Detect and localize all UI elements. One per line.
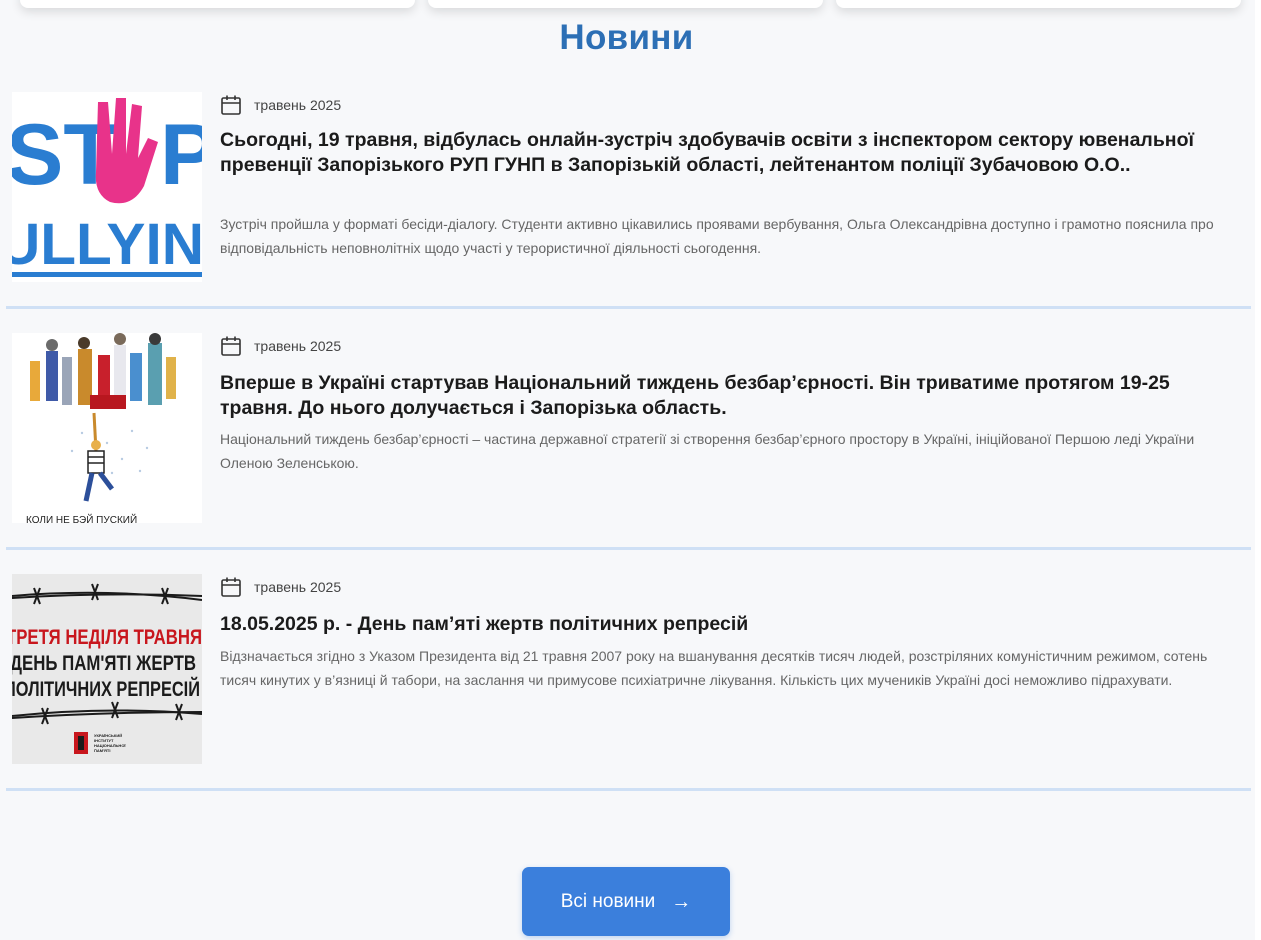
arrow-right-icon: → [671,890,692,913]
top-card [836,0,1241,8]
news-title[interactable]: Сьогодні, 19 травня, відбулась онлайн-зу… [220,128,1240,177]
news-excerpt: Національний тиждень безбар’єрності – ча… [220,431,1195,471]
news-item[interactable]: ST P ULLYIN травень 2025 Сьогодні, 19 тр… [6,82,1251,309]
news-title[interactable]: Вперше в Україні стартував Національний … [220,371,1240,420]
all-news-button[interactable]: Всі новини → [522,867,730,936]
news-thumbnail-stop-bullying[interactable]: ST P ULLYIN [12,92,202,282]
repression-line-2: ДЕНЬ ПАМ'ЯТІ ЖЕРТВ [12,652,196,675]
section-title: Новини [559,18,694,57]
logo-text-4: ПАМ'ЯТІ [94,748,110,753]
news-date: травень 2025 [254,338,342,354]
news-excerpt: Зустріч пройшла у форматі бесіди-діалогу… [220,216,1214,256]
news-thumbnail-accessibility[interactable]: КОЛИ НЕ БЭЙ ПУСКИЙ [12,333,202,523]
repression-line-3: ПОЛІТИЧНИХ РЕПРЕСІЙ [12,677,200,701]
stop-text-top-right: P [160,107,202,203]
news-date: травень 2025 [254,579,342,595]
calendar-icon [221,336,241,356]
all-news-button-label: Всі новини [560,890,656,912]
thumb-caption: КОЛИ НЕ БЭЙ ПУСКИЙ [26,513,137,523]
page-edge [1255,0,1261,940]
news-thumbnail-repressions[interactable]: ТРЕТЯ НЕДІЛЯ ТРАВНЯ ДЕНЬ ПАМ'ЯТІ ЖЕРТВ П… [12,574,202,764]
news-date: травень 2025 [254,97,342,113]
news-item[interactable]: ТРЕТЯ НЕДІЛЯ ТРАВНЯ ДЕНЬ ПАМ'ЯТІ ЖЕРТВ П… [6,550,1251,791]
news-title[interactable]: 18.05.2025 р. - День пам’яті жертв політ… [220,612,1240,637]
calendar-icon [221,577,241,597]
top-card [428,0,823,8]
calendar-icon [221,95,241,115]
bullying-text: ULLYIN [12,212,202,277]
repression-line-1: ТРЕТЯ НЕДІЛЯ ТРАВНЯ [12,626,202,649]
top-card [20,0,415,8]
news-excerpt: Відзначається згідно з Указом Президента… [220,648,1208,688]
top-cards-strip [0,0,1261,14]
news-item[interactable]: КОЛИ НЕ БЭЙ ПУСКИЙ травень 2025 Вперше в… [6,309,1251,550]
